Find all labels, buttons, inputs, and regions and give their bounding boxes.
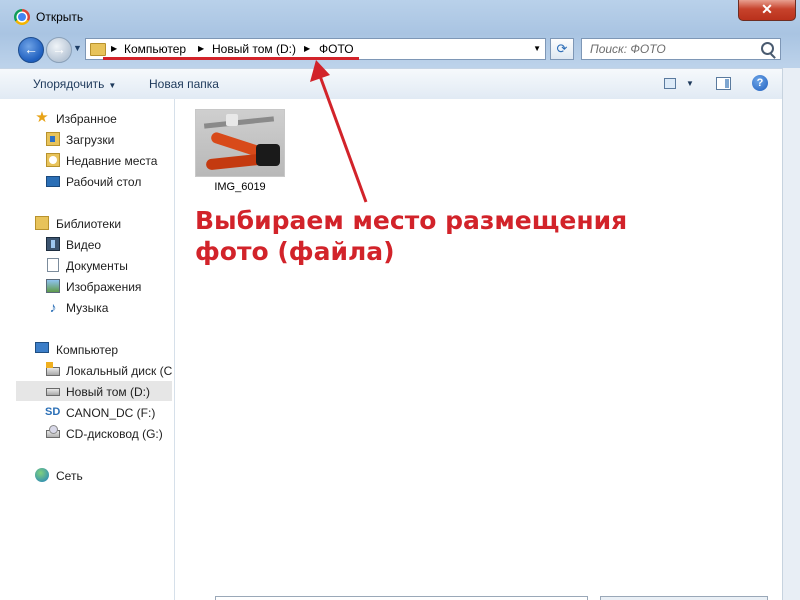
annotation-arrow — [310, 60, 368, 203]
annotation-arrow-shaft — [318, 75, 368, 203]
open-file-dialog: Открыть ✕ ← → ▼ ▶ Компьютер ▶ Новый том … — [0, 0, 800, 600]
